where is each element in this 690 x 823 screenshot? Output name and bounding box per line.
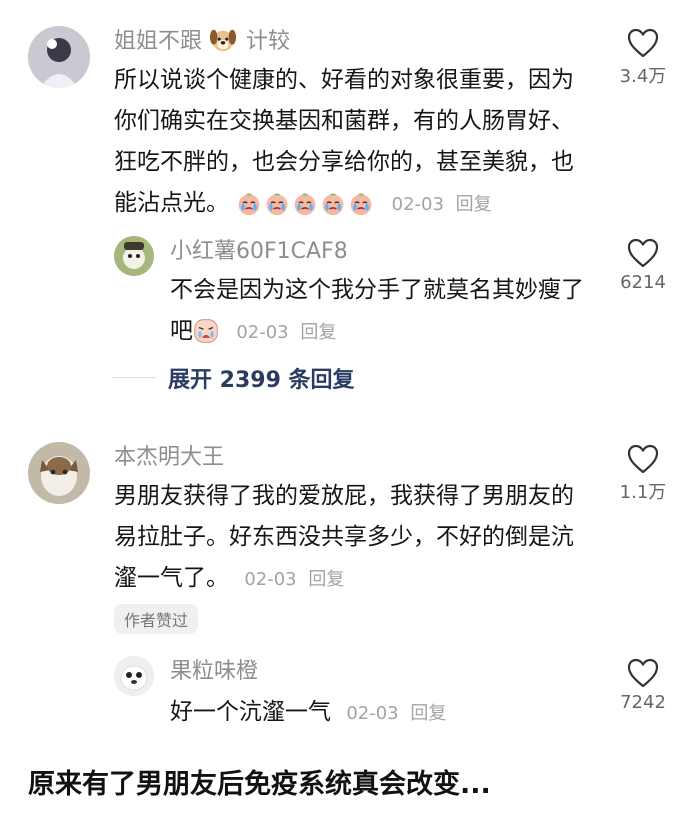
crying-face	[193, 318, 219, 344]
crying-peach	[292, 190, 318, 216]
like-count: 3.4万	[619, 66, 667, 87]
reply-button[interactable]: 回复	[456, 194, 492, 215]
avatar[interactable]	[114, 656, 154, 696]
heart-outline-icon	[627, 28, 659, 58]
avatar[interactable]	[28, 26, 90, 88]
comment-username[interactable]: 果粒味橙	[170, 658, 258, 686]
like-button[interactable]: 1.1万	[603, 444, 683, 504]
comment-username[interactable]: 小红薯60F1CAF8	[170, 238, 348, 266]
avatar[interactable]	[28, 442, 90, 504]
crying-peach	[264, 190, 290, 216]
comment-date: 02-03	[391, 194, 444, 215]
heart-outline-icon	[627, 658, 659, 688]
related-post-title[interactable]: 原来有了男朋友后免疫系统真会改变...	[28, 762, 491, 801]
username-text: 本杰明大王	[114, 445, 225, 470]
comment-meta: 02-03 回复	[236, 322, 336, 343]
like-count: 1.1万	[619, 482, 667, 503]
comment-meta: 02-03 回复	[346, 703, 446, 724]
comment-text-content: 男朋友获得了我的爱放屁，我获得了男朋友的易拉肚子。好东西没共享多少，不好的倒是沆…	[114, 483, 574, 591]
expand-replies-button[interactable]: 展开 2399 条回复	[168, 362, 355, 394]
username-text: 果粒味橙	[170, 659, 259, 684]
like-count: 7242	[620, 692, 666, 713]
comment-text-content: 不会是因为这个我分手了就莫名其妙瘦了吧	[170, 277, 584, 344]
comment-meta: 02-03 回复	[392, 194, 492, 215]
comment-text-content: 好一个沆瀣一气	[170, 699, 331, 725]
crying-peach	[320, 190, 346, 216]
comment-username[interactable]: 姐姐不跟 计较	[114, 26, 290, 56]
reply-item: 小红薯60F1CAF8 不会是因为这个我分手了就莫名其妙瘦了吧 02-03 回复…	[0, 230, 690, 355]
reply-button[interactable]: 回复	[410, 703, 446, 724]
reply-button[interactable]: 回复	[300, 322, 336, 343]
comment-username[interactable]: 本杰明大王	[114, 444, 224, 472]
crying-peach	[236, 190, 262, 216]
comment-item: 姐姐不跟 计较 所以说谈个健康的、好看的对象很重要，因为你们确实在交换基因和菌群…	[0, 0, 690, 230]
comment-text: 不会是因为这个我分手了就莫名其妙瘦了吧 02-03 回复	[170, 270, 590, 353]
avatar[interactable]	[114, 236, 154, 276]
author-liked-badge: 作者赞过	[114, 604, 199, 634]
like-button[interactable]: 7242	[603, 658, 683, 713]
reply-item: 果粒味橙 好一个沆瀣一气 02-03 回复 7242	[0, 650, 690, 750]
divider-line	[112, 377, 156, 378]
comment-text: 男朋友获得了我的爱放屁，我获得了男朋友的易拉肚子。好东西没共享多少，不好的倒是沆…	[114, 476, 584, 600]
like-count: 6214	[620, 272, 666, 293]
comment-text: 所以说谈个健康的、好看的对象很重要，因为你们确实在交换基因和菌群，有的人肠胃好、…	[114, 60, 576, 225]
heart-outline-icon	[627, 444, 659, 474]
like-button[interactable]: 3.4万	[603, 28, 683, 88]
comment-text: 好一个沆瀣一气 02-03 回复	[170, 692, 590, 734]
heart-outline-icon	[627, 238, 659, 268]
crying-peach	[348, 190, 374, 216]
comment-date: 02-03	[236, 322, 289, 343]
comment-date: 02-03	[244, 569, 297, 590]
username-text: 小红薯60F1CAF8	[170, 239, 348, 264]
username-suffix: 计较	[246, 29, 291, 54]
comment-date: 02-03	[346, 703, 399, 724]
comment-item: 本杰明大王 男朋友获得了我的爱放屁，我获得了男朋友的易拉肚子。好东西没共享多少，…	[0, 430, 690, 650]
like-button[interactable]: 6214	[603, 238, 683, 293]
reply-button[interactable]: 回复	[308, 569, 344, 590]
dog-face	[209, 26, 237, 54]
comment-meta: 02-03 回复	[244, 569, 344, 590]
username-text: 姐姐不跟	[114, 29, 203, 54]
